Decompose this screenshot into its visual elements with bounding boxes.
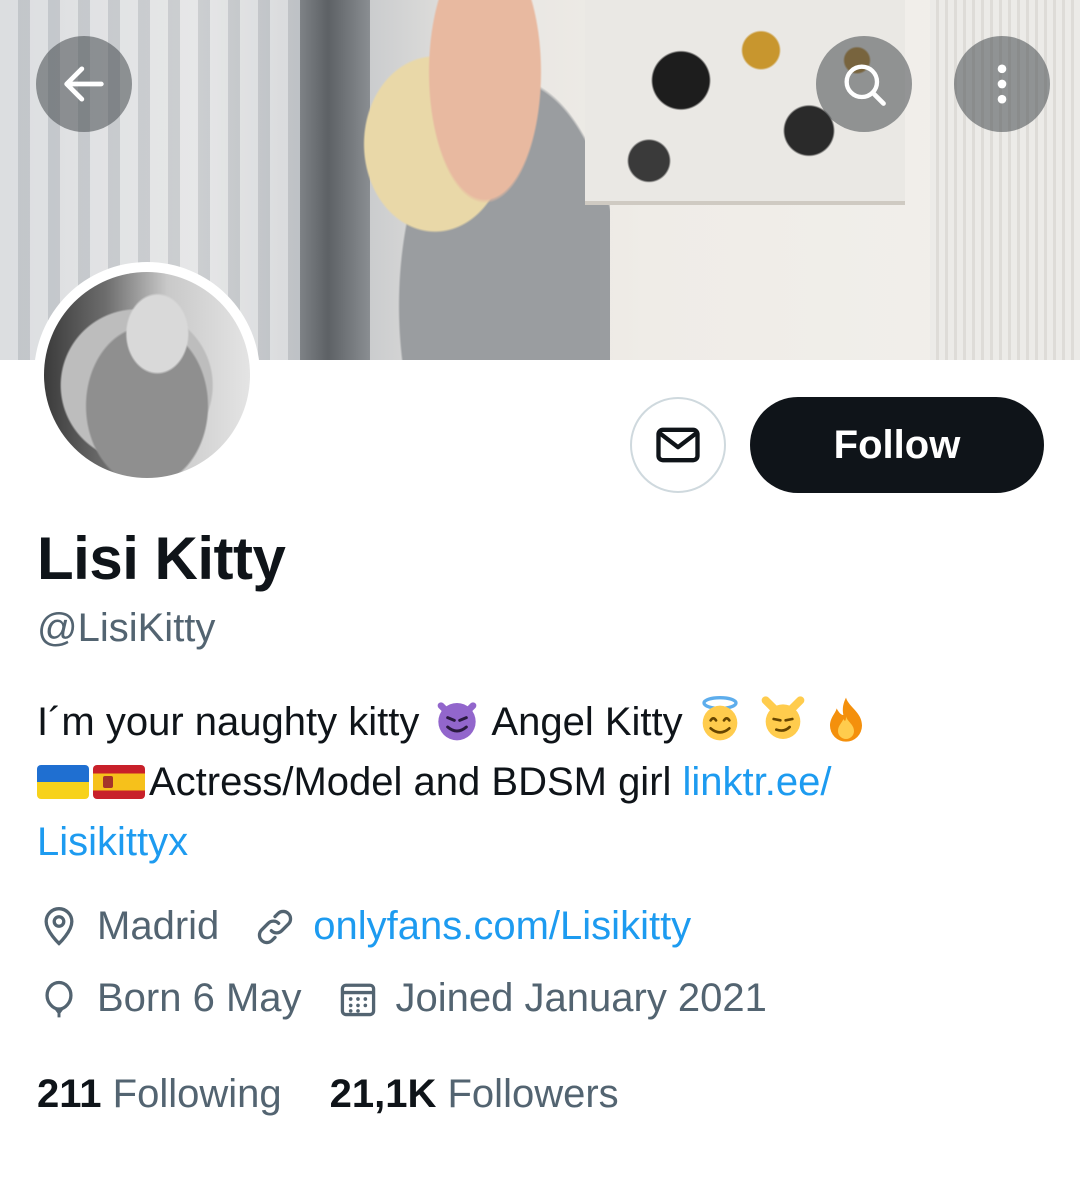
smirk-cat-icon: [761, 696, 805, 739]
search-button[interactable]: [816, 36, 912, 132]
smiling-imp-icon: [437, 702, 476, 741]
joined-date: Joined January 2021: [336, 976, 767, 1021]
message-button[interactable]: [630, 397, 726, 493]
bio-link-part1[interactable]: linktr.ee/: [683, 760, 832, 804]
location-pin-icon: [44, 906, 74, 946]
website[interactable]: onlyfans.com/Lisikitty: [253, 904, 691, 949]
following-label[interactable]: Following: [113, 1072, 282, 1116]
bio: I´m your naughty kitty Angel Kitty Actre…: [37, 692, 1047, 872]
followers-label[interactable]: Followers: [448, 1072, 619, 1116]
follow-button[interactable]: Follow: [750, 397, 1044, 493]
more-button[interactable]: [954, 36, 1050, 132]
bio-text: I´m your naughty kitty: [37, 700, 420, 744]
avatar-image: [44, 272, 250, 478]
location: Madrid: [37, 904, 219, 949]
follow-stats: 211 Following 21,1K Followers: [37, 1072, 667, 1117]
balloon-icon: [45, 980, 73, 1017]
meta-row-location: Madrid onlyfans.com/Lisikitty: [37, 904, 725, 949]
arrow-left-icon: [64, 66, 104, 102]
display-name: Lisi Kitty: [37, 525, 286, 592]
following-stat[interactable]: 211 Following: [37, 1072, 282, 1117]
calendar-icon: [340, 983, 375, 1016]
joined-text: Joined January 2021: [395, 976, 767, 1020]
meta-row-dates: Born 6 May Joined January 2021: [37, 976, 801, 1021]
ukraine-flag-icon: [37, 765, 89, 799]
banner-figure: [360, 0, 610, 360]
birthday: Born 6 May: [37, 976, 302, 1021]
search-icon: [844, 64, 886, 106]
avatar[interactable]: [34, 262, 260, 488]
envelope-icon: [656, 427, 700, 463]
username-handle: @LisiKitty: [37, 606, 216, 650]
followers-stat[interactable]: 21,1K Followers: [330, 1072, 619, 1117]
birthday-text: Born 6 May: [97, 976, 302, 1020]
link-icon: [258, 909, 293, 944]
fire-icon: [830, 697, 862, 742]
spain-flag-icon: [93, 765, 145, 799]
halo-face-icon: [702, 696, 738, 741]
location-text: Madrid: [97, 904, 220, 948]
bio-text: Angel Kitty: [491, 700, 683, 744]
following-count[interactable]: 211: [37, 1072, 102, 1116]
back-button[interactable]: [36, 36, 132, 132]
website-link[interactable]: onlyfans.com/Lisikitty: [313, 904, 691, 949]
more-vertical-icon: [997, 64, 1007, 104]
bio-text: Actress/Model and BDSM girl: [149, 760, 672, 804]
followers-count[interactable]: 21,1K: [330, 1072, 437, 1116]
bio-link-part2[interactable]: Lisikittyx: [37, 820, 188, 864]
